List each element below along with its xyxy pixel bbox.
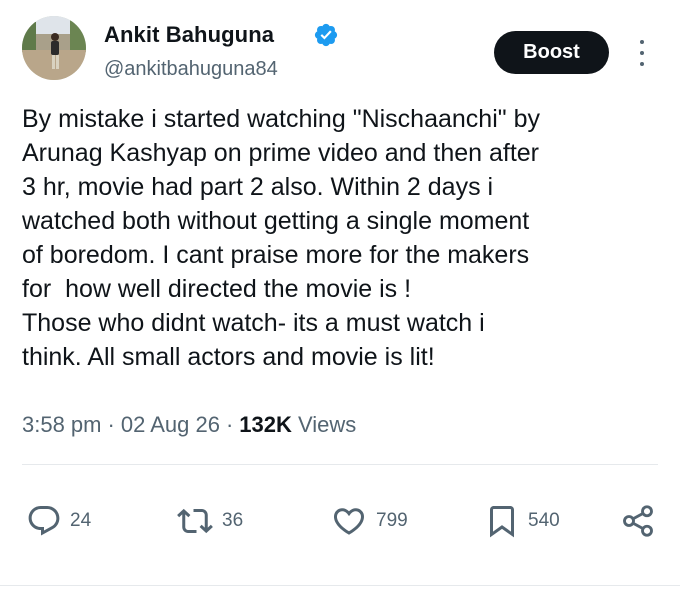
tweet-text: By mistake i started watching "Nischaanc… [22, 105, 540, 371]
tweet-meta: 3:58 pm · 02 Aug 26 · 132K Views [22, 412, 356, 438]
share-icon [623, 505, 653, 537]
like-count: 799 [376, 510, 408, 531]
repost-count: 36 [222, 510, 244, 531]
reply-icon [28, 506, 60, 536]
tweet-time[interactable]: 3:58 pm [22, 412, 102, 437]
views-label: Views [297, 412, 357, 437]
avatar[interactable] [22, 16, 86, 80]
more-vertical-icon[interactable] [630, 38, 654, 68]
boost-button[interactable]: Boost [494, 31, 609, 74]
verified-badge-icon [314, 23, 338, 47]
reply-button[interactable]: 24 [26, 503, 91, 539]
heart-icon [333, 508, 365, 535]
views-count: 132K [239, 412, 292, 437]
bookmark-icon [490, 506, 514, 538]
share-button[interactable] [620, 503, 656, 539]
separator: · [107, 412, 115, 437]
divider [0, 585, 680, 586]
repost-icon [177, 508, 213, 534]
bookmark-count: 540 [528, 510, 560, 531]
repost-button[interactable]: 36 [176, 503, 243, 539]
divider [22, 464, 658, 465]
tweet-date[interactable]: 02 Aug 26 [121, 412, 220, 437]
author-handle[interactable]: @ankitbahuguna84 [104, 58, 278, 81]
bookmark-button[interactable]: 540 [484, 503, 560, 539]
reply-count: 24 [70, 510, 92, 531]
like-button[interactable]: 799 [330, 503, 408, 539]
author-name[interactable]: Ankit Bahuguna [104, 22, 274, 48]
separator: · [225, 412, 234, 437]
